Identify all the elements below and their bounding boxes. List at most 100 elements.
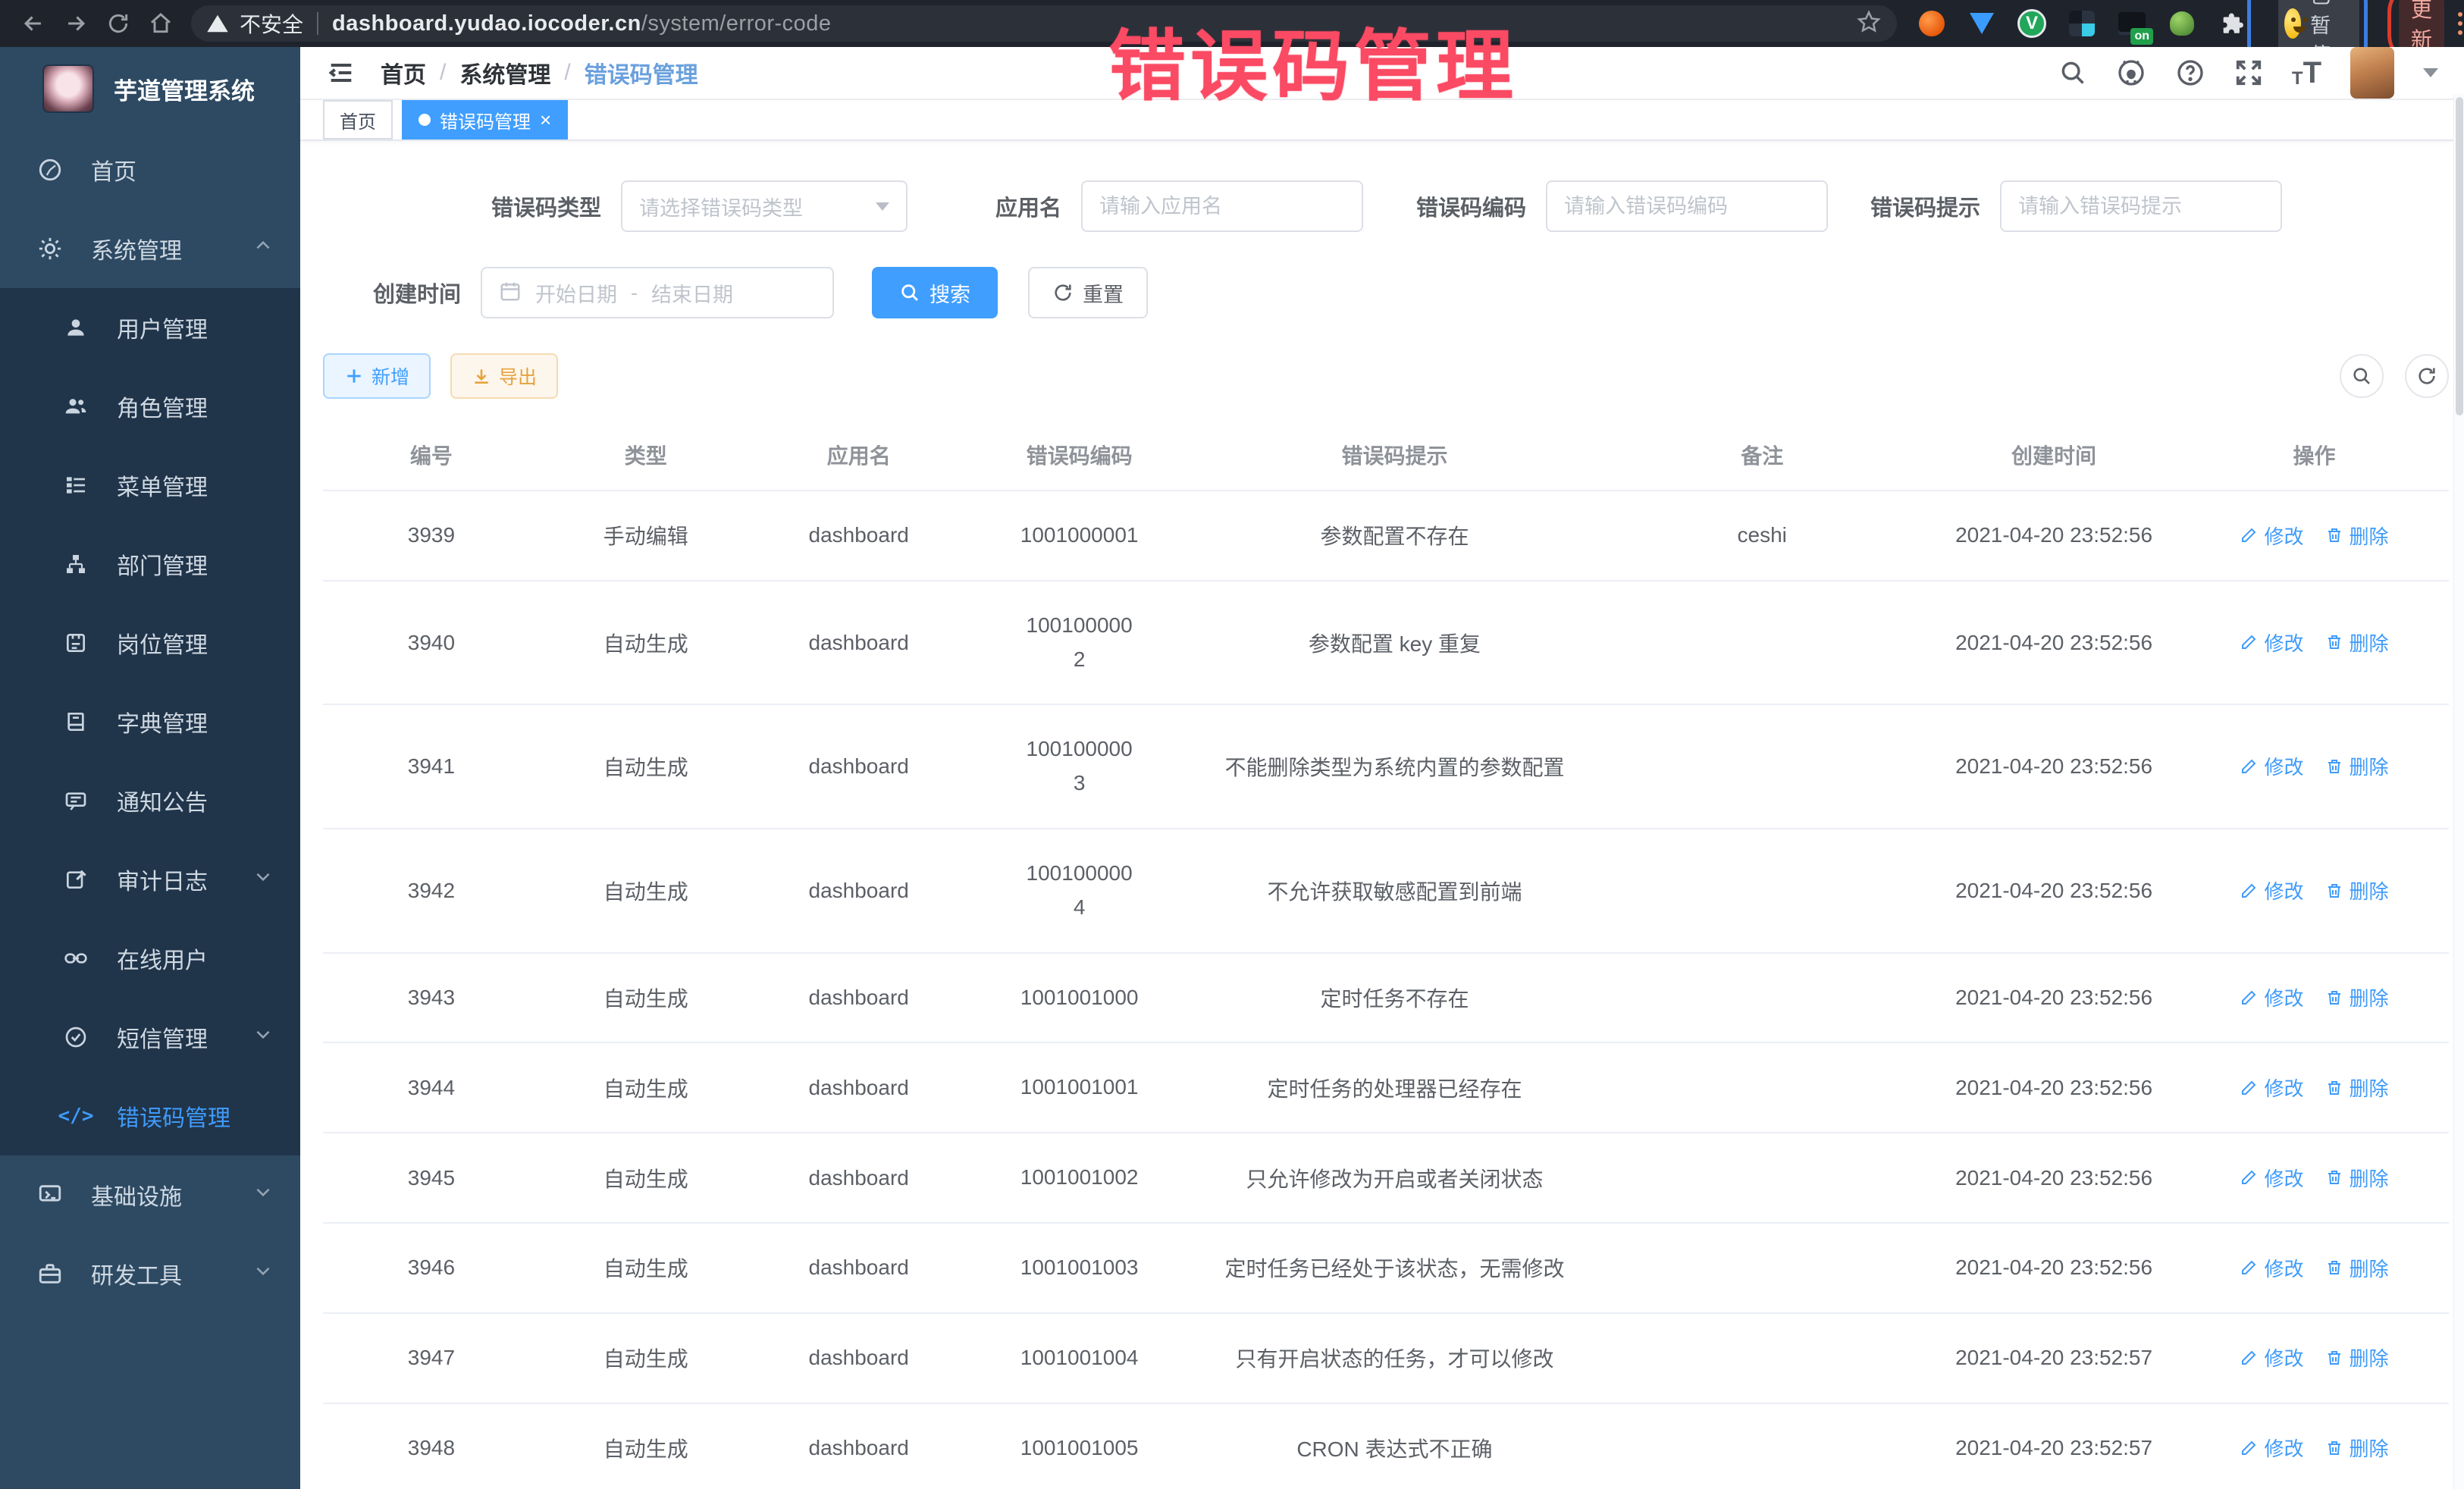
col-header-remark: 备注 (1596, 425, 1928, 491)
cell-app: dashboard (752, 581, 966, 705)
extensions-puzzle-icon[interactable] (2217, 8, 2247, 39)
sidebar-item-dev-tools[interactable]: 研发工具 (0, 1234, 300, 1313)
dashboard-icon (33, 157, 67, 183)
reset-button[interactable]: 重置 (1028, 267, 1148, 318)
cell-hint: 不允许获取敏感配置到前端 (1193, 829, 1597, 953)
sidebar-collapse-icon[interactable] (326, 58, 356, 88)
sidebar-item-home[interactable]: 首页 (0, 130, 300, 209)
address-bar[interactable]: 不安全 dashboard.yudao.iocoder.cn/system/er… (191, 5, 1897, 42)
url-text[interactable]: dashboard.yudao.iocoder.cn/system/error-… (332, 11, 832, 36)
extension-gem-icon[interactable] (1967, 8, 1997, 39)
table-row: 3940自动生成dashboard100100000 2参数配置 key 重复2… (323, 581, 2449, 705)
extension-proxy-icon[interactable]: on (2117, 8, 2147, 39)
col-header-id: 编号 (323, 425, 540, 491)
add-button[interactable]: 新增 (323, 353, 431, 399)
help-icon[interactable] (2175, 58, 2205, 88)
user-avatar[interactable] (2350, 47, 2394, 99)
app-name-input[interactable] (1099, 195, 1345, 218)
tag-home[interactable]: 首页 (323, 100, 393, 139)
edit-link[interactable]: 修改 (2240, 1343, 2303, 1371)
sidebar-item-online-users[interactable]: 在线用户 (0, 919, 300, 998)
edit-link[interactable]: 修改 (2240, 876, 2303, 904)
sidebar-item-menus[interactable]: 菜单管理 (0, 446, 300, 525)
edit-link[interactable]: 修改 (2240, 983, 2303, 1011)
extension-frog-icon[interactable] (2167, 8, 2197, 39)
error-type-select[interactable]: 请选择错误码类型 (621, 180, 908, 232)
extension-squares-icon[interactable] (2067, 8, 2097, 39)
tag-error-code[interactable]: 错误码管理 × (402, 100, 568, 139)
insecure-label[interactable]: 不安全 (240, 8, 303, 39)
back-icon[interactable] (12, 7, 55, 40)
sidebar-item-sms[interactable]: 短信管理 (0, 998, 300, 1077)
toolbox-icon (33, 1261, 67, 1287)
sidebar-item-users[interactable]: 用户管理 (0, 288, 300, 367)
cell-time: 2021-04-20 23:52:56 (1928, 1223, 2180, 1313)
sidebar-item-departments[interactable]: 部门管理 (0, 525, 300, 603)
sidebar-item-system[interactable]: 系统管理 (0, 209, 300, 288)
bookmark-star-icon[interactable] (1856, 9, 1882, 39)
cell-hint: 参数配置不存在 (1193, 491, 1597, 581)
sidebar-item-notices[interactable]: 通知公告 (0, 761, 300, 840)
edit-link[interactable]: 修改 (2240, 629, 2303, 657)
sidebar-item-infrastructure[interactable]: 基础设施 (0, 1155, 300, 1234)
home-icon[interactable] (140, 7, 182, 40)
infrastructure-icon (33, 1182, 67, 1208)
error-hint-field[interactable] (2000, 180, 2282, 232)
extension-orange-icon[interactable] (1917, 8, 1947, 39)
col-header-hint: 错误码提示 (1193, 425, 1597, 491)
edit-link[interactable]: 修改 (2240, 1164, 2303, 1192)
cell-time: 2021-04-20 23:52:56 (1928, 581, 2180, 705)
sidebar-item-audit-log[interactable]: 审计日志 (0, 840, 300, 919)
users-icon (59, 394, 92, 418)
delete-link[interactable]: 删除 (2325, 629, 2389, 657)
search-button[interactable]: 搜索 (872, 267, 998, 318)
sidebar-item-posts[interactable]: 岗位管理 (0, 603, 300, 682)
search-icon[interactable] (2058, 58, 2087, 87)
browser-menu-icon[interactable] (2458, 12, 2462, 35)
delete-link[interactable]: 删除 (2325, 752, 2389, 780)
cell-type: 自动生成 (540, 953, 752, 1043)
cell-time: 2021-04-20 23:52:56 (1928, 953, 2180, 1043)
reload-icon[interactable] (97, 7, 140, 40)
error-hint-input[interactable] (2018, 195, 2264, 218)
export-button[interactable]: 导出 (450, 353, 558, 399)
cell-id: 3943 (323, 953, 540, 1043)
delete-link[interactable]: 删除 (2325, 1164, 2389, 1192)
delete-link[interactable]: 删除 (2325, 983, 2389, 1011)
breadcrumb-system[interactable]: 系统管理 (459, 56, 550, 89)
avatar-dropdown-caret[interactable] (2423, 68, 2438, 77)
message-check-icon (59, 1025, 92, 1049)
breadcrumb-home[interactable]: 首页 (381, 56, 426, 89)
delete-link[interactable]: 删除 (2325, 1254, 2389, 1282)
sidebar-item-error-code[interactable]: </> 错误码管理 (0, 1077, 300, 1155)
edit-link[interactable]: 修改 (2240, 752, 2303, 780)
error-code-field[interactable] (1546, 180, 1828, 232)
delete-link[interactable]: 删除 (2325, 1074, 2389, 1102)
toggle-search-button[interactable] (2340, 354, 2384, 398)
fullscreen-icon[interactable] (2234, 58, 2263, 87)
page-scrollbar[interactable] (2453, 94, 2464, 1489)
tag-close-icon[interactable]: × (540, 110, 551, 130)
github-icon[interactable] (2116, 58, 2146, 88)
cell-code: 100100000 2 (966, 581, 1193, 705)
delete-link[interactable]: 删除 (2325, 1434, 2389, 1462)
delete-link[interactable]: 删除 (2325, 522, 2389, 550)
sidebar-item-roles[interactable]: 角色管理 (0, 367, 300, 446)
app-name-field[interactable] (1081, 180, 1363, 232)
scrollbar-thumb[interactable] (2456, 97, 2463, 415)
sidebar-item-dictionary[interactable]: 字典管理 (0, 682, 300, 761)
forward-icon[interactable] (55, 7, 97, 40)
edit-link[interactable]: 修改 (2240, 1074, 2303, 1102)
refresh-table-button[interactable] (2405, 354, 2449, 398)
edit-link[interactable]: 修改 (2240, 522, 2303, 550)
error-code-input[interactable] (1564, 195, 1810, 218)
edit-link[interactable]: 修改 (2240, 1254, 2303, 1282)
delete-link[interactable]: 删除 (2325, 876, 2389, 904)
font-size-icon[interactable]: TT (2292, 58, 2321, 88)
extension-v-icon[interactable]: V (2017, 8, 2047, 39)
delete-link[interactable]: 删除 (2325, 1343, 2389, 1371)
date-range-picker[interactable]: 开始日期 - 结束日期 (481, 267, 834, 318)
cell-code: 1001001004 (966, 1313, 1193, 1403)
app-logo-row[interactable]: 芋道管理系统 (0, 47, 300, 130)
edit-link[interactable]: 修改 (2240, 1434, 2303, 1462)
